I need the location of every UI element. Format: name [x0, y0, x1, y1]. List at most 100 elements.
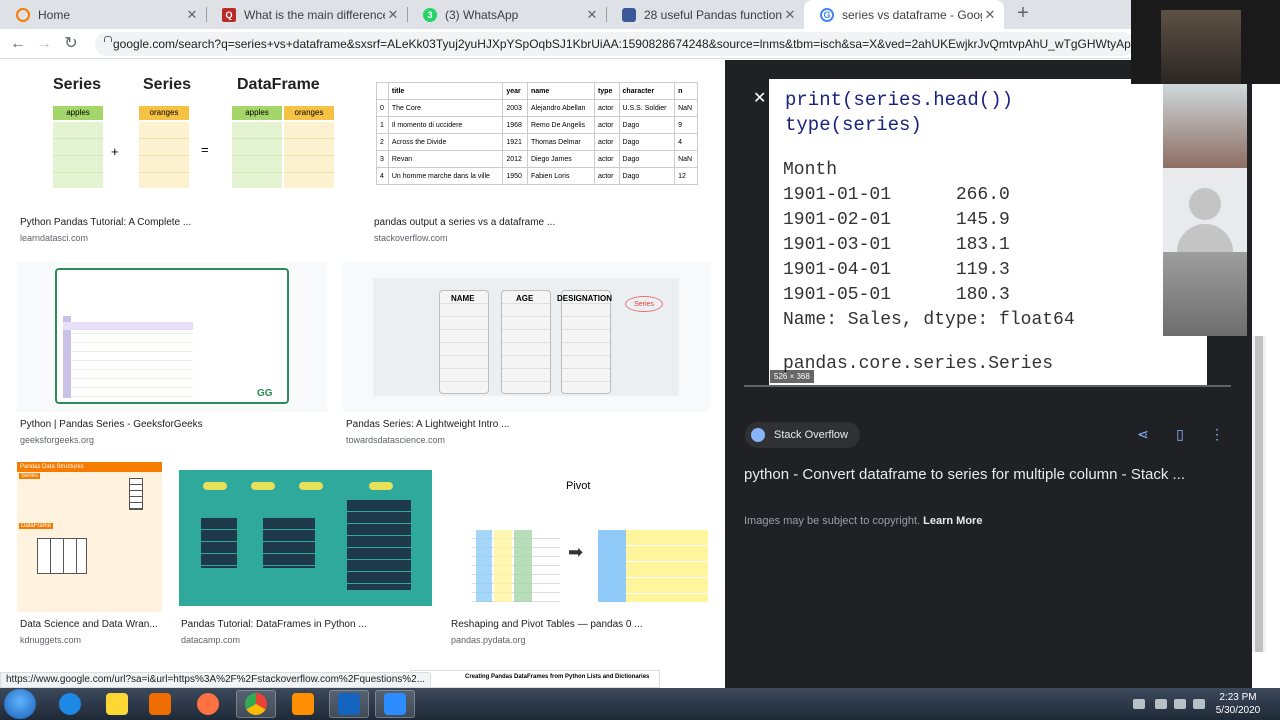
thumb-table-cell: 4	[674, 133, 698, 151]
thumb-col	[514, 530, 532, 602]
result-card[interactable]: Pandas Tutorial: DataFrames in Python ..…	[178, 462, 433, 652]
result-card[interactable]: Pandas Data Structures Series DataFrame …	[17, 462, 162, 652]
copyright-text: Images may be subject to copyright.	[744, 515, 921, 527]
taskbar-clock[interactable]: 2:23 PM 5/30/2020	[1212, 691, 1264, 717]
vlc-icon[interactable]	[283, 690, 323, 718]
scrollbar[interactable]	[1252, 336, 1266, 652]
media-player-icon[interactable]	[140, 690, 180, 718]
thumb-table-cell: 1	[376, 116, 389, 134]
thumb-table-cell: 4	[376, 167, 389, 185]
participant-avatar	[1163, 168, 1247, 252]
tab-google-search[interactable]: G series vs dataframe - Google Sea ✕	[804, 0, 1004, 29]
thumb-df-cells	[284, 122, 334, 188]
address-bar[interactable]: google.com/search?q=series+vs+dataframe&…	[95, 32, 1135, 56]
thumb-table-cell: Dago	[618, 167, 676, 185]
thumb-table-cell: Dago	[618, 150, 676, 168]
share-icon[interactable]: ⋖	[1133, 426, 1153, 446]
preview-title[interactable]: python - Convert dataframe to series for…	[744, 462, 1224, 487]
result-caption[interactable]: Reshaping and Pivot Tables — pandas 0 ..…	[451, 619, 643, 630]
ie-icon[interactable]	[50, 690, 90, 718]
clock-date: 5/30/2020	[1215, 705, 1261, 716]
close-tab-icon[interactable]: ✕	[982, 7, 998, 23]
google-icon: G	[820, 7, 834, 22]
result-domain: datacamp.com	[181, 635, 241, 645]
result-caption[interactable]: Pandas Series: A Lightweight Intro ...	[346, 419, 509, 430]
thumb-table-cell: actor	[593, 150, 620, 168]
result-thumbnail[interactable]	[178, 462, 433, 612]
thumb-col	[439, 290, 489, 394]
tab-whatsapp[interactable]: 3 (3) WhatsApp ✕	[407, 0, 606, 29]
source-chip[interactable]: Stack Overflow	[745, 422, 860, 448]
result-thumbnail[interactable]: title year name type character n 0 The Core 2003…	[370, 60, 710, 210]
word-icon[interactable]	[329, 690, 369, 718]
thumb-table-cell: 3	[376, 150, 389, 168]
loading-icon	[16, 7, 30, 22]
result-thumbnail[interactable]: Creating Pandas DataFrames from Python L…	[410, 670, 660, 688]
close-icon[interactable]: ✕	[753, 88, 766, 108]
result-card[interactable]: GG Python | Pandas Series - GeeksforGeek…	[17, 262, 327, 452]
tray-volume-icon[interactable]	[1193, 699, 1205, 709]
result-thumbnail[interactable]: GG	[17, 262, 327, 412]
result-card[interactable]: Series Series DataFrame apples oranges a…	[17, 60, 353, 250]
thumb-table-cell: actor	[593, 99, 620, 117]
tab-quora[interactable]: Q What is the main difference betw ✕	[206, 0, 407, 29]
thumb-col	[598, 530, 626, 602]
globe-icon	[751, 428, 765, 442]
tab-pandas-functions[interactable]: 28 useful Pandas functions you m ✕	[606, 0, 804, 29]
result-caption[interactable]: pandas output a series vs a dataframe ..…	[374, 217, 555, 228]
bookmark-icon[interactable]: ▯	[1170, 426, 1190, 446]
result-domain: pandas.pydata.org	[451, 635, 526, 645]
result-domain: kdnuggets.com	[20, 635, 82, 645]
thumb-heading: DataFrame	[237, 76, 320, 93]
back-icon[interactable]: ←	[8, 34, 28, 54]
result-card[interactable]: NAME AGE DESIGNATION Series Pandas Serie…	[343, 262, 710, 452]
thumb-datacamp-bg	[179, 470, 432, 606]
close-tab-icon[interactable]: ✕	[184, 7, 200, 23]
firefox-icon[interactable]	[188, 690, 228, 718]
learn-more-link[interactable]: Learn More	[923, 515, 982, 527]
thumb-table-cell: Revan	[387, 150, 504, 168]
tab-title: What is the main difference betw	[244, 7, 385, 22]
thumb-table-cell: name	[526, 82, 595, 100]
output-row: 1901-02-01 145.9	[783, 210, 1010, 230]
close-tab-icon[interactable]: ✕	[584, 7, 600, 23]
forward-icon[interactable]: →	[34, 34, 54, 54]
thumb-table-cell: n	[674, 82, 698, 100]
whatsapp-icon: 3	[423, 7, 437, 22]
chrome-icon[interactable]	[236, 690, 276, 718]
preview-image[interactable]: print(series.head()) type(series) Month …	[769, 79, 1207, 386]
scrollbar-thumb[interactable]	[1255, 336, 1263, 652]
zoom-icon[interactable]	[375, 690, 415, 718]
participant-video	[1163, 252, 1247, 336]
tray-flag-icon[interactable]	[1155, 699, 1167, 709]
thumb-arrow-icon: ➡	[568, 542, 584, 562]
tab-home[interactable]: Home ✕	[0, 0, 206, 29]
start-button[interactable]	[4, 689, 36, 719]
result-caption[interactable]: Python Pandas Tutorial: A Complete ...	[20, 217, 191, 228]
result-caption[interactable]: Python | Pandas Series - GeeksforGeeks	[20, 419, 203, 430]
result-card[interactable]: Pivot ➡ Reshaping and Pivot Tables — pan…	[448, 462, 710, 652]
thumb-heading: Series	[53, 76, 102, 93]
folder-icon[interactable]	[97, 690, 137, 718]
reload-icon[interactable]: ↻	[61, 34, 81, 54]
tray-arrow-icon[interactable]	[1133, 699, 1145, 709]
more-options-icon[interactable]: ⋮	[1207, 426, 1227, 446]
result-card[interactable]: title year name type character n 0 The Core 2003…	[370, 60, 710, 250]
result-thumbnail[interactable]: NAME AGE DESIGNATION Series	[343, 262, 710, 412]
result-caption[interactable]: Data Science and Data Wran...	[20, 619, 158, 630]
thumb-block	[347, 500, 411, 590]
tray-network-icon[interactable]	[1174, 699, 1186, 709]
thumb-table-cell: actor	[593, 116, 620, 134]
thumb-table-cell: NaN	[674, 150, 698, 168]
thumb-table-row: title year name type character n	[376, 82, 698, 100]
thumb-table-cell: Thomas Delmar	[526, 133, 595, 151]
result-caption[interactable]: Pandas Tutorial: DataFrames in Python ..…	[181, 619, 367, 630]
close-tab-icon[interactable]: ✕	[782, 7, 798, 23]
thumb-col-header: oranges	[284, 106, 334, 120]
result-thumbnail[interactable]: Series Series DataFrame apples oranges a…	[17, 60, 353, 210]
result-thumbnail[interactable]: Pandas Data Structures Series DataFrame	[17, 462, 162, 612]
new-tab-button[interactable]: +	[1013, 3, 1033, 25]
close-tab-icon[interactable]: ✕	[385, 7, 401, 23]
result-thumbnail[interactable]: Pivot ➡	[448, 462, 710, 612]
thumb-col	[494, 530, 512, 602]
